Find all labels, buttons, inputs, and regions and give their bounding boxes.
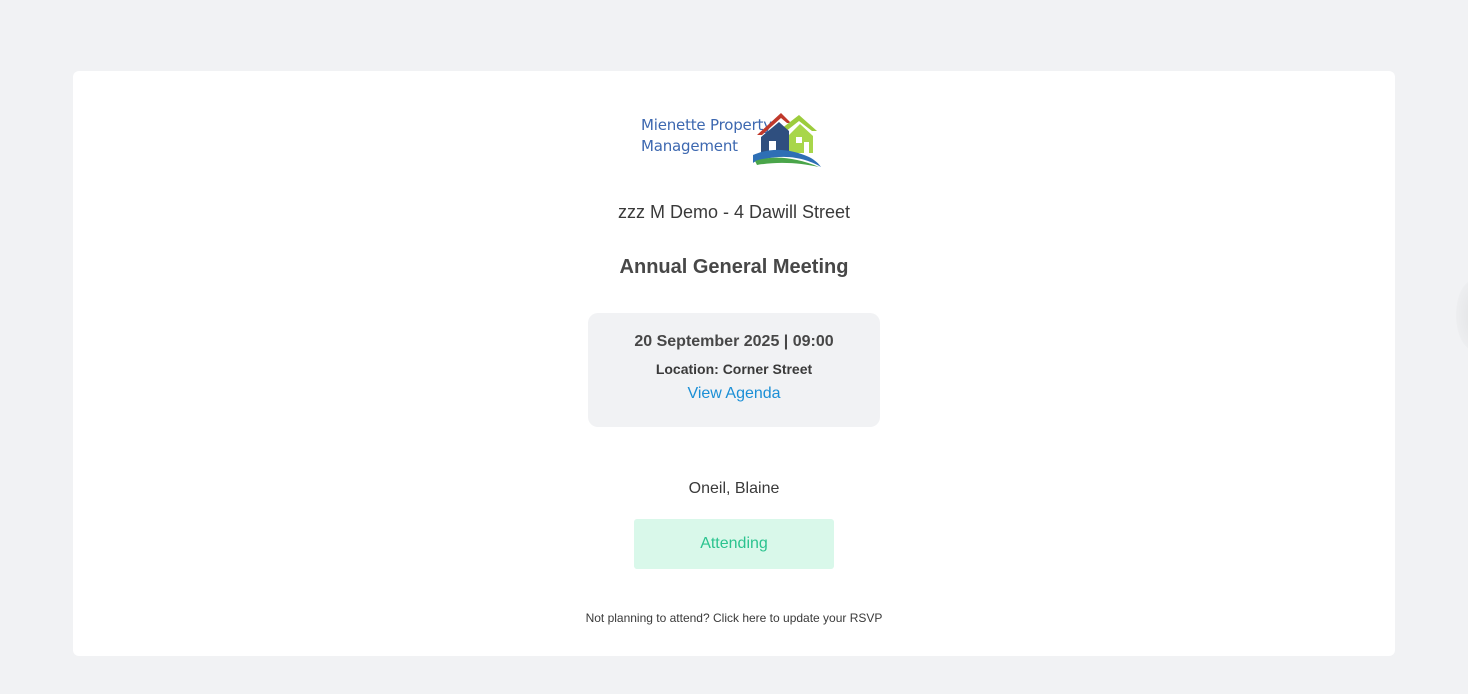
houses-logo-icon	[753, 113, 821, 167]
attendee-name: Oneil, Blaine	[688, 480, 780, 497]
meeting-title: Annual General Meeting	[619, 256, 849, 278]
edge-handle-shadow	[1456, 280, 1468, 350]
invitation-card: Mienette Property Management zzz M Demo …	[73, 71, 1395, 656]
update-rsvp-link[interactable]: Not planning to attend? Click here to up…	[73, 611, 1395, 625]
meeting-datetime: 20 September 2025 | 09:00	[634, 333, 834, 350]
company-logo: Mienette Property Management	[641, 109, 823, 169]
property-name: zzz M Demo - 4 Dawill Street	[617, 202, 851, 222]
view-agenda-link[interactable]: View Agenda	[687, 385, 780, 403]
meeting-location: Location: Corner Street	[655, 361, 813, 377]
attending-status-button[interactable]: Attending	[634, 519, 834, 569]
meeting-details-box: 20 September 2025 | 09:00 Location: Corn…	[588, 313, 880, 427]
